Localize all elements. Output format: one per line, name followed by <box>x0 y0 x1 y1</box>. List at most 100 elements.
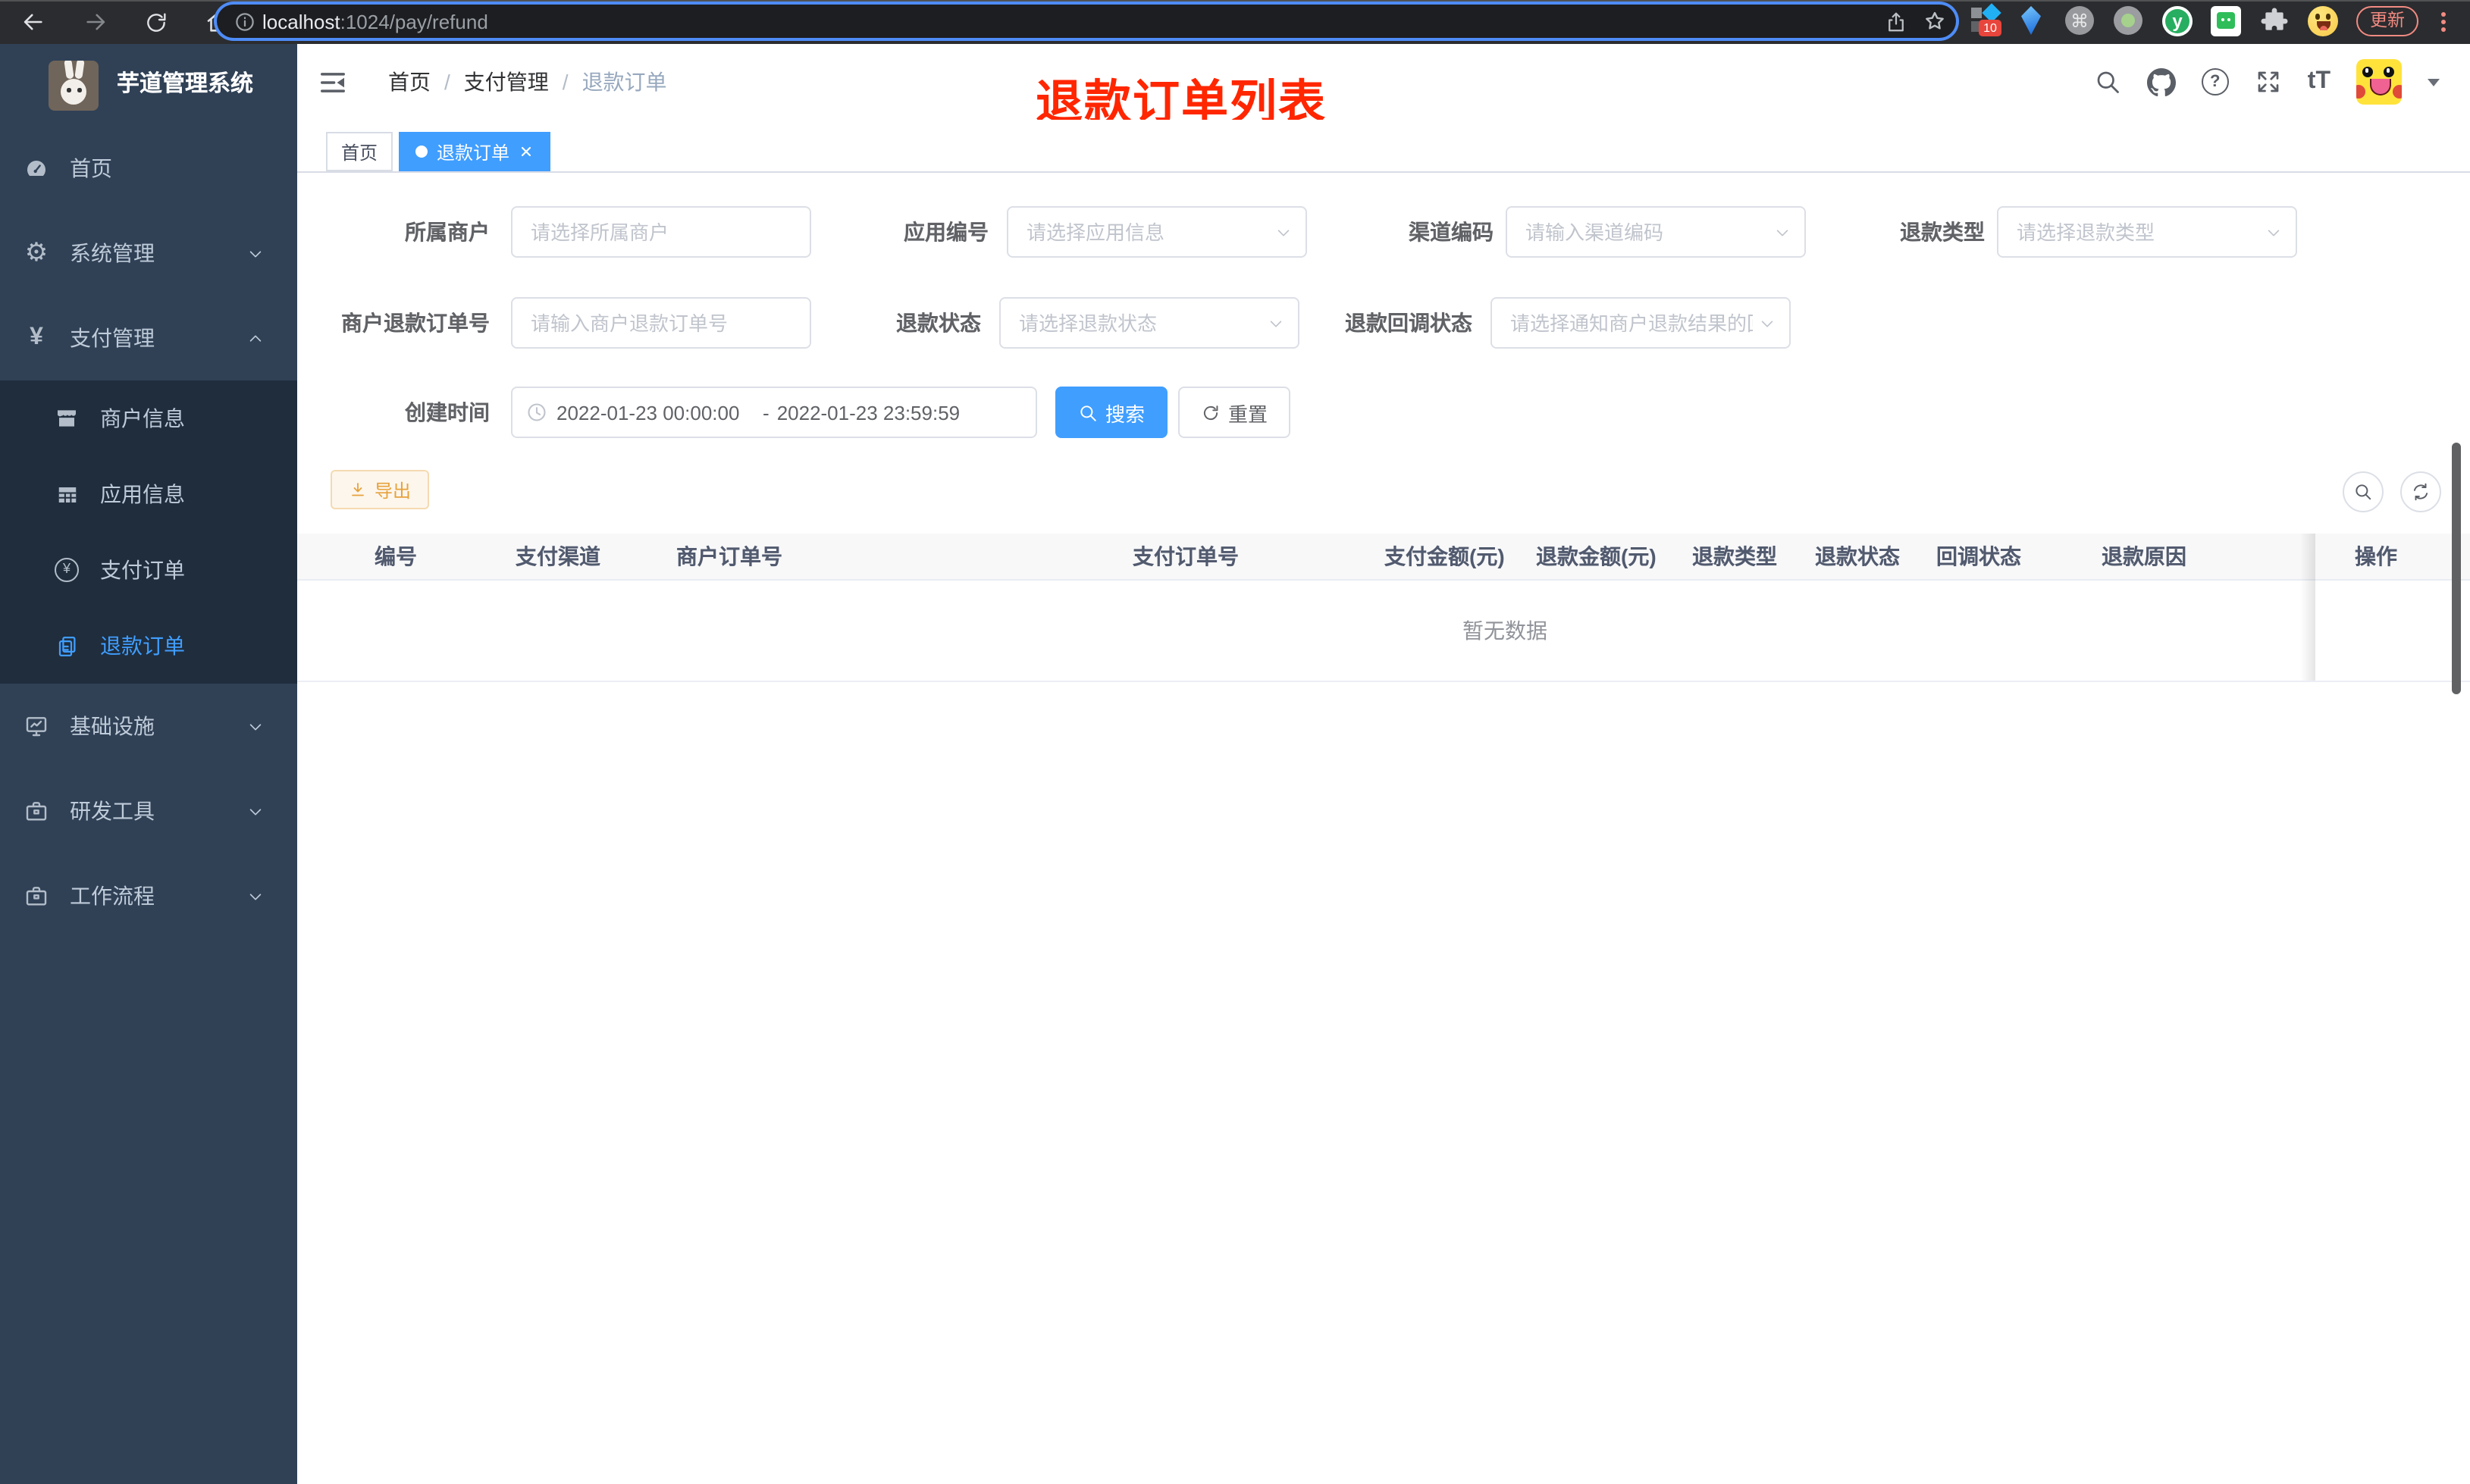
create-time-range-picker[interactable]: 2022-01-23 00:00:00 - 2022-01-23 23:59:5… <box>511 387 1037 438</box>
forward-arrow-icon <box>86 14 105 30</box>
sidebar-item-pay[interactable]: ¥ 支付管理 <box>0 296 297 380</box>
sidebar-item-workflow[interactable]: 工作流程 <box>0 853 297 938</box>
app-title: 芋道管理系统 <box>117 71 254 97</box>
sidebar-item-merchant-info[interactable]: 商户信息 <box>0 380 297 456</box>
col-header[interactable]: 退款金额(元) <box>1536 534 1657 579</box>
col-header[interactable]: 支付订单号 <box>1133 534 1239 579</box>
col-header[interactable]: 退款原因 <box>2102 534 2186 579</box>
filter-refund-status-select[interactable] <box>999 297 1299 349</box>
sidebar-item-home[interactable]: 首页 <box>0 126 297 211</box>
col-header[interactable]: 支付渠道 <box>516 534 600 579</box>
breadcrumb-pay[interactable]: 支付管理 <box>464 67 549 97</box>
sidebar-logo[interactable]: 芋道管理系统 <box>0 44 297 126</box>
share-icon[interactable] <box>1885 10 1907 33</box>
notify-status-input[interactable] <box>1492 299 1789 347</box>
col-header[interactable]: 支付金额(元) <box>1384 534 1505 579</box>
sidebar-item-dev-tools[interactable]: 研发工具 <box>0 769 297 853</box>
col-header[interactable]: 退款状态 <box>1815 534 1900 579</box>
range-start-value[interactable]: 2022-01-23 00:00:00 <box>556 401 755 424</box>
bookmark-star-icon[interactable] <box>1923 9 1947 33</box>
active-dot-icon <box>415 146 428 158</box>
browser-chrome: localhost:1024/pay/refund 10 ⌘ y 更新 <box>0 0 2470 44</box>
github-icon[interactable] <box>2146 67 2176 96</box>
filter-label-app: 应用编号 <box>904 220 989 244</box>
extension-emoji-icon[interactable] <box>2308 6 2338 36</box>
filter-label-refund-type: 退款类型 <box>1900 220 1985 244</box>
window-scrollbar[interactable] <box>2452 443 2461 694</box>
col-header[interactable]: 商户订单号 <box>676 534 782 579</box>
export-button[interactable]: 导出 <box>331 470 430 509</box>
browser-reload-button[interactable] <box>136 0 176 44</box>
sidebar-item-label: 工作流程 <box>70 884 155 908</box>
tags-view-bar <box>297 120 2470 173</box>
app-input[interactable] <box>1008 208 1306 256</box>
sidebar-item-app-info[interactable]: 应用信息 <box>0 456 297 532</box>
site-info-icon[interactable] <box>226 10 262 33</box>
sidebar-item-refund-order[interactable]: 退款订单 <box>0 608 297 684</box>
sidebar-item-label: 系统管理 <box>70 241 155 265</box>
filter-channel-select[interactable] <box>1506 206 1806 258</box>
sidebar-item-infra[interactable]: 基础设施 <box>0 684 297 769</box>
sidebar-item-pay-order[interactable]: ¥ 支付订单 <box>0 532 297 608</box>
sidebar-collapse-icon[interactable] <box>318 68 347 97</box>
refresh-cycle-icon <box>2413 483 2428 501</box>
url-text: localhost:1024/pay/refund <box>262 10 488 33</box>
extension-badge: 10 <box>1979 20 2001 36</box>
extensions-puzzle-icon[interactable] <box>2259 6 2290 36</box>
extension-command-icon[interactable]: ⌘ <box>2065 6 2095 36</box>
breadcrumb-separator: / <box>562 70 569 94</box>
filter-merchant-select[interactable] <box>511 206 811 258</box>
browser-menu-icon[interactable] <box>2440 9 2446 35</box>
range-end-value[interactable]: 2022-01-23 23:59:59 <box>777 401 976 424</box>
extension-chat-icon[interactable] <box>2211 6 2241 36</box>
url-host: localhost <box>262 10 340 33</box>
screen: localhost:1024/pay/refund 10 ⌘ y 更新 芋道管理… <box>0 0 2470 1484</box>
grid-icon <box>55 482 79 506</box>
extension-y-icon[interactable]: y <box>2162 6 2193 36</box>
tab-refund-order[interactable]: 退款订单 <box>399 132 551 171</box>
user-avatar[interactable] <box>2356 59 2402 105</box>
col-header[interactable]: 回调状态 <box>1936 534 2021 579</box>
range-separator: - <box>763 401 770 424</box>
tab-home[interactable]: 首页 <box>326 132 393 171</box>
close-icon[interactable] <box>519 144 534 159</box>
breadcrumb-home[interactable]: 首页 <box>388 67 431 97</box>
dashboard-icon <box>24 156 49 180</box>
refund-status-input[interactable] <box>1001 299 1298 347</box>
col-header[interactable]: 操作 <box>2355 534 2397 579</box>
extension-tampermonkey-icon[interactable]: 10 <box>1971 3 2001 36</box>
channel-input[interactable] <box>1507 208 1804 256</box>
header-search-icon[interactable] <box>2094 68 2121 95</box>
filter-refund-type-select[interactable] <box>1997 206 2297 258</box>
browser-back-button[interactable] <box>12 0 52 44</box>
refund-type-input[interactable] <box>1998 208 2296 256</box>
filter-app-select[interactable] <box>1007 206 1307 258</box>
chevron-down-icon <box>247 803 264 819</box>
sidebar-item-system[interactable]: ⚙ 系统管理 <box>0 211 297 296</box>
search-icon <box>2356 484 2371 500</box>
reset-button[interactable]: 重置 <box>1178 387 1290 438</box>
breadcrumb: 首页 / 支付管理 / 退款订单 <box>388 44 667 120</box>
filter-notify-status-select[interactable] <box>1490 297 1791 349</box>
avatar-caret-icon[interactable] <box>2428 78 2440 86</box>
sidebar-item-label: 支付订单 <box>100 558 185 582</box>
col-header[interactable]: 退款类型 <box>1692 534 1777 579</box>
fullscreen-icon[interactable] <box>2255 68 2282 95</box>
extension-gem-icon[interactable] <box>2017 6 2047 36</box>
extension-green-dot-icon[interactable] <box>2114 6 2144 36</box>
refresh-icon <box>1203 405 1218 420</box>
filter-merchant-refund-no-field[interactable] <box>511 297 811 349</box>
show-search-toggle-button[interactable] <box>2343 471 2384 512</box>
filter-label-create-time: 创建时间 <box>405 400 490 424</box>
refresh-table-button[interactable] <box>2400 471 2441 512</box>
command-glyph: ⌘ <box>2070 10 2089 31</box>
browser-forward-button[interactable] <box>76 0 115 44</box>
merchant-input[interactable] <box>512 208 810 256</box>
merchant-refund-no-input[interactable] <box>512 299 810 347</box>
col-header[interactable]: 编号 <box>375 534 417 579</box>
browser-update-button[interactable]: 更新 <box>2356 6 2418 36</box>
help-icon[interactable]: ? <box>2201 68 2229 95</box>
search-button[interactable]: 搜索 <box>1055 387 1168 438</box>
font-size-icon[interactable]: tT <box>2308 68 2331 95</box>
browser-address-bar[interactable]: localhost:1024/pay/refund <box>217 5 1956 38</box>
